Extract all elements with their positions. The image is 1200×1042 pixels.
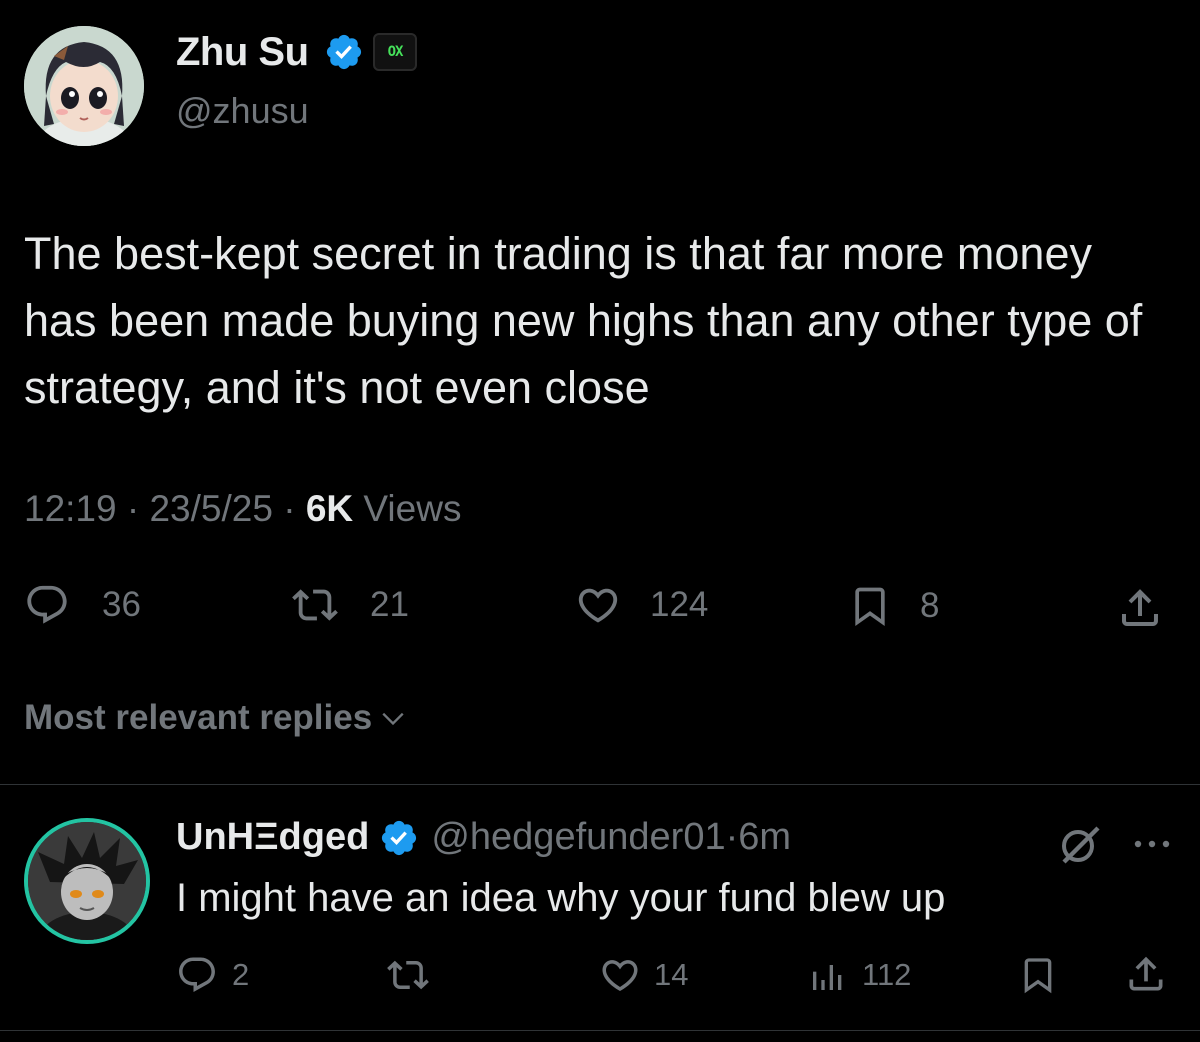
like-count: 124 <box>650 585 709 624</box>
bookmark-icon <box>855 587 885 627</box>
author-avatar[interactable] <box>24 26 144 146</box>
reply-repost-button[interactable] <box>386 954 430 996</box>
tweet-meta: 12:19 · 23/5/25 · 6K Views <box>24 488 461 530</box>
affiliate-badge[interactable]: OX <box>373 33 417 71</box>
bookmark-button[interactable]: 8 <box>848 582 939 630</box>
tweet-detail-page: Zhu Su OX @zhusu The best-kept secret in… <box>0 0 1200 1042</box>
reply-time[interactable]: 6m <box>738 816 791 859</box>
replies-sort-label: Most relevant replies <box>24 698 373 737</box>
views-icon <box>813 965 842 990</box>
reply-author-avatar[interactable] <box>24 818 150 944</box>
share-icon <box>1122 589 1158 626</box>
reply-share-button[interactable] <box>1124 952 1168 996</box>
meta-separator: · <box>272 488 306 529</box>
replies-sort-dropdown[interactable]: Most relevant replies <box>24 698 406 738</box>
verified-badge-icon[interactable] <box>379 818 419 858</box>
repost-icon <box>387 960 429 990</box>
reply-views-count: 112 <box>862 957 912 992</box>
reply-author-handle[interactable]: @hedgefunder01 <box>431 816 725 859</box>
bookmark-count: 8 <box>920 586 940 625</box>
reply-like-count: 14 <box>654 957 689 992</box>
tweet-date[interactable]: 23/5/25 <box>149 488 272 529</box>
like-button[interactable]: 124 <box>574 582 708 628</box>
divider <box>0 784 1200 785</box>
repost-button[interactable]: 21 <box>292 582 409 628</box>
more-icon[interactable] <box>1130 826 1174 867</box>
bookmark-icon <box>1024 958 1052 994</box>
reply-views-button[interactable]: 112 <box>808 954 911 996</box>
reply-count: 36 <box>102 585 141 624</box>
like-icon <box>602 960 638 992</box>
author-handle[interactable]: @zhusu <box>176 90 309 132</box>
tweet-time[interactable]: 12:19 <box>24 488 117 529</box>
share-button[interactable] <box>1116 584 1164 632</box>
meta-separator: · <box>116 488 150 529</box>
reply-button[interactable]: 36 <box>24 582 141 628</box>
reply-reply-button[interactable]: 2 <box>176 954 249 996</box>
views-label: Views <box>353 488 462 529</box>
views-count: 6K <box>305 488 354 529</box>
author-name[interactable]: Zhu Su <box>176 30 309 75</box>
verified-badge-icon[interactable] <box>324 32 364 72</box>
reply-reply-count: 2 <box>232 957 250 992</box>
reply-like-button[interactable]: 14 <box>598 954 688 996</box>
tweet-text: The best-kept secret in trading is that … <box>24 228 1143 413</box>
like-icon <box>578 588 618 623</box>
chevron-down-icon <box>382 712 404 726</box>
divider <box>0 1030 1200 1031</box>
reply-text: I might have an idea why your fund blew … <box>176 876 946 920</box>
affiliate-badge-text: OX <box>387 44 404 60</box>
grok-icon[interactable] <box>1056 820 1104 873</box>
reply-icon <box>179 957 215 992</box>
reply-separator: · <box>725 816 739 858</box>
reply-bookmark-button[interactable] <box>1018 952 1058 998</box>
repost-icon <box>292 589 338 621</box>
reply-header: UnHΞdged @hedgefunder01 · 6m <box>176 816 791 859</box>
share-icon <box>1129 956 1163 991</box>
reply-author-name[interactable]: UnHΞdged <box>176 816 369 859</box>
reply-icon <box>27 585 67 624</box>
repost-count: 21 <box>370 585 409 624</box>
